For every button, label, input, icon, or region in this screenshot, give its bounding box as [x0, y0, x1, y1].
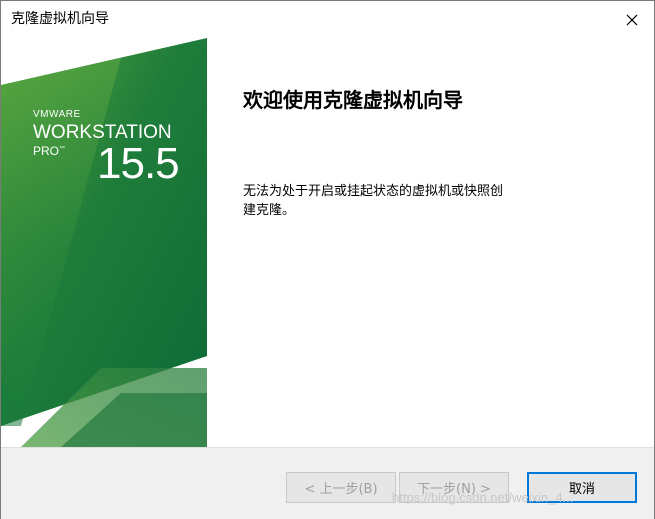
close-button[interactable]	[610, 1, 654, 38]
trademark-sign: ™	[59, 146, 66, 152]
title-bar: 克隆虚拟机向导	[1, 1, 654, 38]
window-title: 克隆虚拟机向导	[11, 11, 109, 27]
edition-label: PRO	[33, 144, 60, 158]
clone-vm-wizard-window: 克隆虚拟机向导 VMWARE WORKSTATION PRO™ 15.5 欢迎使…	[0, 0, 655, 519]
watermark-text: https://blog.csdn.net/weixin_4...	[392, 490, 574, 505]
button-bar: < 上一步(B) 下一步(N) > 取消	[1, 447, 654, 519]
vmware-banner: VMWARE WORKSTATION PRO™ 15.5	[1, 38, 207, 447]
wizard-heading: 欢迎使用克隆虚拟机向导	[243, 88, 463, 112]
back-button[interactable]: < 上一步(B)	[286, 472, 396, 503]
banner-graphic	[1, 38, 207, 447]
vmware-brand: VMWARE	[33, 109, 81, 120]
close-icon	[626, 14, 638, 25]
product-version: 15.5	[97, 139, 180, 188]
wizard-description: 无法为处于开启或挂起状态的虚拟机或快照创建克隆。	[243, 184, 504, 218]
product-edition: PRO™	[33, 144, 65, 158]
